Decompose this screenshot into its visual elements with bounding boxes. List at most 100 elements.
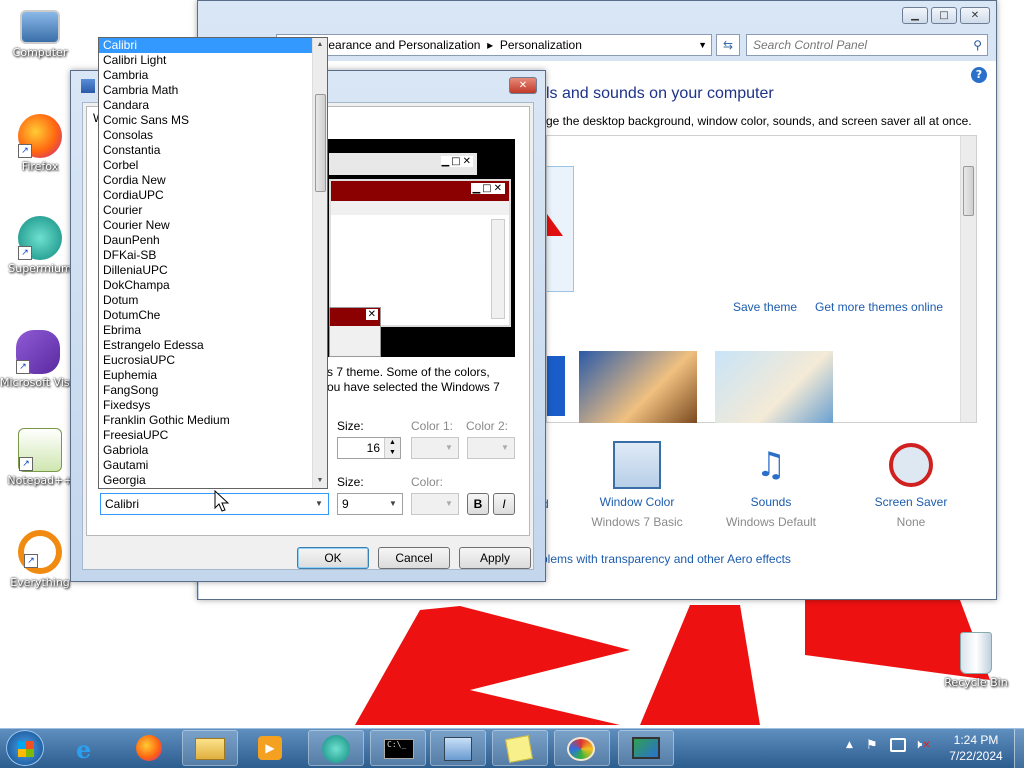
font-list-item[interactable]: Cambria: [99, 68, 327, 83]
clock[interactable]: 1:24 PM 7/22/2024: [940, 732, 1012, 764]
aero-troubleshoot-link[interactable]: blems with transparency and other Aero e…: [541, 552, 791, 566]
scroll-thumb[interactable]: [963, 166, 974, 216]
font-list-item[interactable]: Euphemia: [99, 368, 327, 383]
font-list-item[interactable]: Estrangelo Edessa: [99, 338, 327, 353]
font-list-item[interactable]: Courier New: [99, 218, 327, 233]
font-list-item[interactable]: Cordia New: [99, 173, 327, 188]
font-list-item[interactable]: Fixedsys: [99, 398, 327, 413]
cancel-button[interactable]: Cancel: [378, 547, 450, 569]
scroll-thumb[interactable]: [315, 94, 326, 192]
apply-button[interactable]: Apply: [459, 547, 531, 569]
font-dropdown-list[interactable]: Calibri Calibri Light Cambria Cambria Math C…: [98, 37, 328, 489]
font-list-item[interactable]: Calibri Light: [99, 53, 327, 68]
scroll-up-arrow[interactable]: ▲: [313, 38, 327, 52]
font-list-item[interactable]: FangSong: [99, 383, 327, 398]
font-color-select[interactable]: ▼: [411, 493, 459, 515]
font-list-item[interactable]: Candara: [99, 98, 327, 113]
font-list-item[interactable]: Ebrima: [99, 323, 327, 338]
ok-button[interactable]: OK: [297, 547, 369, 569]
font-list-item[interactable]: EucrosiaUPC: [99, 353, 327, 368]
font-list-item[interactable]: Gautami: [99, 458, 327, 473]
help-icon[interactable]: ?: [971, 67, 987, 83]
dialog-close-button[interactable]: ✕: [509, 77, 537, 94]
taskbar-personalization[interactable]: [618, 730, 674, 766]
taskbar-sticky-notes[interactable]: [492, 730, 548, 766]
tray-expand-icon[interactable]: ▲: [846, 740, 853, 750]
taskbar-explorer[interactable]: [182, 730, 238, 766]
taskbar-paint[interactable]: [554, 730, 610, 766]
font-size-select[interactable]: 9 ▼: [337, 493, 403, 515]
font-list-item[interactable]: Constantia: [99, 143, 327, 158]
minimize-button[interactable]: ▁: [902, 7, 928, 24]
theme-list: Save theme Get more themes online: [546, 135, 977, 423]
taskbar-ie[interactable]: e: [62, 730, 118, 766]
internet-explorer-icon: e: [76, 735, 92, 764]
save-theme-link[interactable]: Save theme: [733, 300, 797, 314]
font-list-item[interactable]: DokChampa: [99, 278, 327, 293]
search-input[interactable]: Search Control Panel ⚲: [746, 34, 988, 56]
start-button[interactable]: [6, 730, 44, 766]
desktop-icon-recycle-bin[interactable]: Recycle Bin: [938, 632, 1014, 689]
font-list-item[interactable]: Comic Sans MS: [99, 113, 327, 128]
maximize-button[interactable]: □: [931, 7, 957, 24]
get-more-themes-link[interactable]: Get more themes online: [815, 300, 943, 314]
chevron-down-icon[interactable]: ▼: [698, 35, 707, 55]
volume-muted-icon[interactable]: 🕨✕: [914, 737, 931, 752]
desktop-icon-visual-studio[interactable]: ↗ Microsoft Visual Studi...: [0, 330, 76, 389]
theme-thumbnail[interactable]: [715, 351, 833, 423]
taskbar-cmd[interactable]: C:\_: [370, 730, 426, 766]
font-list-item[interactable]: Corbel: [99, 158, 327, 173]
taskbar-media-player[interactable]: ▶: [244, 730, 300, 766]
font-list-item[interactable]: Courier: [99, 203, 327, 218]
preview-inactive-window: ▁□✕: [329, 153, 477, 175]
desktop-icon-notepadpp[interactable]: ↗ Notepad++: [2, 428, 78, 487]
italic-button[interactable]: I: [493, 493, 515, 515]
font-list-scrollbar[interactable]: ▲ ▼: [312, 38, 327, 488]
taskbar-supermium[interactable]: [308, 730, 364, 766]
supermium-icon: [322, 735, 350, 763]
font-list-item[interactable]: Gabriola: [99, 443, 327, 458]
desktop-icon-everything[interactable]: ↗ Everything: [2, 530, 78, 589]
font-list-item[interactable]: Georgia: [99, 473, 327, 488]
font-list-item[interactable]: Dotum: [99, 293, 327, 308]
network-icon[interactable]: [890, 738, 906, 752]
media-player-icon: ▶: [258, 736, 282, 760]
font-list-item[interactable]: Cambria Math: [99, 83, 327, 98]
preview-area: ▁□✕ ▁□✕ ✕: [323, 139, 515, 357]
font-list-item[interactable]: Calibri: [99, 38, 327, 53]
font-list-item[interactable]: DilleniaUPC: [99, 263, 327, 278]
font-list-item[interactable]: DFKai-SB: [99, 248, 327, 263]
scroll-down-arrow[interactable]: ▼: [313, 474, 327, 488]
font-list-item[interactable]: Franklin Gothic Medium: [99, 413, 327, 428]
address-bar[interactable]: Appearance and Personalization ▸ Persona…: [276, 34, 712, 56]
desktop-icon-computer[interactable]: Computer: [2, 10, 78, 59]
computer-icon: [20, 10, 60, 44]
item-color2-select[interactable]: ▼: [467, 437, 515, 459]
visual-studio-icon: ↗: [16, 330, 60, 374]
window-color-setting[interactable]: Window Color Windows 7 Basic: [583, 441, 691, 529]
close-button[interactable]: ✕: [960, 7, 990, 24]
theme-list-scrollbar[interactable]: [960, 136, 976, 422]
item-color1-select[interactable]: ▼: [411, 437, 459, 459]
taskbar-firefox[interactable]: [122, 730, 178, 766]
search-icon[interactable]: ⚲: [973, 35, 982, 55]
show-desktop-button[interactable]: [1014, 729, 1024, 768]
desktop-icon-supermium[interactable]: ↗ Supermium: [2, 216, 78, 275]
sounds-setting[interactable]: ♫ Sounds Windows Default: [717, 441, 825, 529]
bold-button[interactable]: B: [467, 493, 489, 515]
theme-thumbnail[interactable]: [547, 356, 565, 416]
font-list-item[interactable]: FreesiaUPC: [99, 428, 327, 443]
font-list-item[interactable]: DotumChe: [99, 308, 327, 323]
font-list-item[interactable]: Consolas: [99, 128, 327, 143]
font-list-item[interactable]: DaunPenh: [99, 233, 327, 248]
taskbar-control-panel[interactable]: [430, 730, 486, 766]
desktop-icon-firefox[interactable]: ↗ Firefox: [2, 114, 78, 173]
item-size-stepper[interactable]: 16 ▲ ▼: [337, 437, 401, 459]
font-list-item[interactable]: CordiaUPC: [99, 188, 327, 203]
theme-thumbnail[interactable]: [579, 351, 697, 423]
action-center-icon[interactable]: ⚑: [866, 738, 878, 753]
refresh-button[interactable]: ⇆: [716, 34, 740, 56]
screen-saver-setting[interactable]: Screen Saver None: [857, 441, 965, 529]
stepper-arrows[interactable]: ▲ ▼: [384, 438, 400, 458]
window-color-icon: [613, 441, 661, 489]
